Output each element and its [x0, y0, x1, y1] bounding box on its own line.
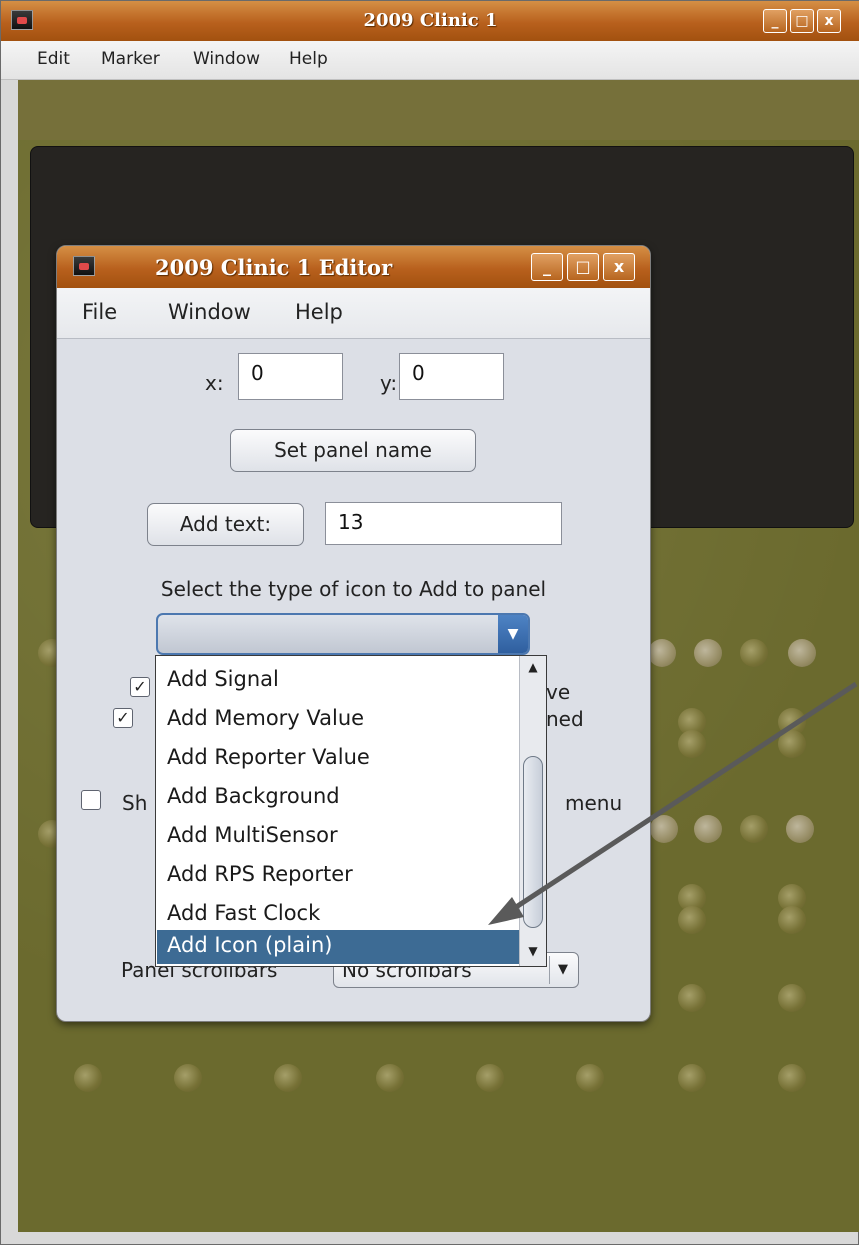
stud-icon: [678, 984, 706, 1012]
list-item[interactable]: Add Memory Value: [157, 703, 519, 735]
checkbox-2[interactable]: ✓: [113, 708, 133, 728]
checkbox-3-label-tail: menu: [565, 791, 623, 815]
menu-help[interactable]: Help: [289, 49, 328, 69]
stud-icon: [740, 815, 768, 843]
menu-window[interactable]: Window: [193, 49, 260, 69]
stud-icon: [376, 1064, 404, 1092]
stud-icon: [174, 1064, 202, 1092]
list-item[interactable]: Add Fast Clock: [157, 898, 519, 930]
main-menubar: Edit Marker Window Help: [1, 41, 859, 80]
stud-icon: [694, 639, 722, 667]
menu-window[interactable]: Window: [168, 300, 251, 324]
stud-icon: [576, 1064, 604, 1092]
scroll-up-icon[interactable]: ▲: [520, 656, 546, 678]
minimize-icon[interactable]: _: [531, 253, 563, 281]
stud-icon: [648, 639, 676, 667]
list-item[interactable]: Add RPS Reporter: [157, 859, 519, 891]
stud-icon: [678, 906, 706, 934]
icon-type-dropdown-list[interactable]: Add Signal Add Memory Value Add Reporter…: [155, 655, 547, 967]
stud-icon: [274, 1064, 302, 1092]
list-item[interactable]: Add Reporter Value: [157, 742, 519, 774]
checkbox-3-label-head: Sh: [122, 791, 148, 815]
set-panel-name-button[interactable]: Set panel name: [230, 429, 476, 472]
chevron-down-icon[interactable]: ▼: [498, 615, 528, 653]
checkbox-3[interactable]: [81, 790, 101, 810]
app-icon[interactable]: [73, 256, 95, 276]
stud-icon: [678, 730, 706, 758]
close-icon[interactable]: x: [817, 9, 841, 33]
icon-type-combo[interactable]: ▼: [156, 613, 530, 655]
list-item[interactable]: Add Signal: [157, 664, 519, 696]
x-label: x:: [205, 371, 224, 395]
maximize-icon[interactable]: □: [567, 253, 599, 281]
list-item-selected[interactable]: Add Icon (plain): [157, 930, 519, 964]
editor-titlebar[interactable]: 2009 Clinic 1 Editor _ □ x: [57, 246, 650, 289]
menu-file[interactable]: File: [82, 300, 117, 324]
stud-icon: [778, 906, 806, 934]
main-titlebar[interactable]: 2009 Clinic 1 _ □ x: [1, 1, 859, 42]
add-text-button[interactable]: Add text:: [147, 503, 304, 546]
scroll-down-icon[interactable]: ▼: [520, 940, 546, 962]
list-item[interactable]: Add MultiSensor: [157, 820, 519, 852]
stud-icon: [74, 1064, 102, 1092]
menu-marker[interactable]: Marker: [101, 49, 160, 69]
close-icon[interactable]: x: [603, 253, 635, 281]
stud-icon: [778, 1064, 806, 1092]
dropdown-scrollbar[interactable]: ▲ ▼: [519, 656, 546, 966]
panel-top-strip: [18, 80, 859, 140]
stud-icon: [786, 815, 814, 843]
list-item[interactable]: Add Background: [157, 781, 519, 813]
menu-edit[interactable]: Edit: [37, 49, 70, 69]
checkbox-1-label-tail: ve: [546, 680, 571, 704]
stud-icon: [788, 639, 816, 667]
maximize-icon[interactable]: □: [790, 9, 814, 33]
editor-menubar: File Window Help: [57, 288, 650, 339]
y-label: y:: [380, 371, 398, 395]
y-field[interactable]: 0: [399, 353, 504, 400]
stud-icon: [678, 1064, 706, 1092]
main-window-title: 2009 Clinic 1: [363, 10, 498, 31]
checkbox-1[interactable]: ✓: [130, 677, 150, 697]
stud-icon: [740, 639, 768, 667]
stud-icon: [778, 730, 806, 758]
add-text-field[interactable]: 13: [325, 502, 562, 545]
stud-icon: [650, 815, 678, 843]
stud-icon: [778, 984, 806, 1012]
chevron-down-icon[interactable]: ▼: [549, 956, 576, 984]
menu-help[interactable]: Help: [295, 300, 343, 324]
minimize-icon[interactable]: _: [763, 9, 787, 33]
editor-window-title: 2009 Clinic 1 Editor: [155, 255, 393, 280]
scroll-thumb[interactable]: [523, 756, 543, 928]
stud-icon: [694, 815, 722, 843]
x-field[interactable]: 0: [238, 353, 343, 400]
stud-icon: [476, 1064, 504, 1092]
select-icon-prompt: Select the type of icon to Add to panel: [160, 577, 547, 601]
checkbox-2-label-tail: ned: [546, 707, 584, 731]
